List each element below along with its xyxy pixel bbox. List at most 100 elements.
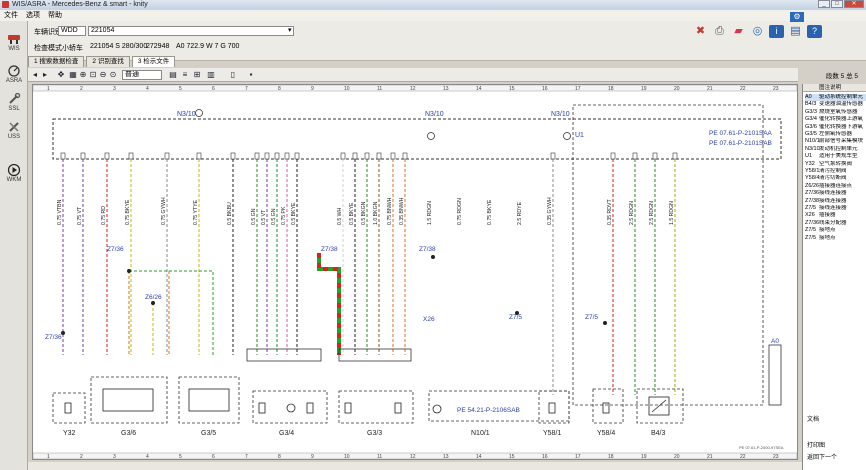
- component-id-G3-6[interactable]: G3/6: [121, 430, 136, 437]
- legend-item[interactable]: G3/5 左侧氧传感器: [805, 131, 866, 138]
- splice-label[interactable]: Z7/5: [509, 314, 522, 321]
- legend-item[interactable]: Y58/1清污控制阀: [805, 168, 866, 175]
- component-id-A0[interactable]: A0: [771, 338, 779, 345]
- legend-item-code: Y32: [805, 160, 815, 167]
- legend-item[interactable]: A0 驱动系统控制单元: [805, 94, 866, 102]
- legend-item[interactable]: Z7/36线束分配器: [805, 220, 866, 227]
- legend-footer-next[interactable]: 返回下一个: [803, 452, 866, 461]
- legend-item-text: 清污切断阀: [819, 175, 847, 182]
- legend-item[interactable]: Z7/5 接地点: [805, 227, 866, 234]
- book-icon[interactable]: ▤: [788, 25, 803, 38]
- component-id-Y58-1[interactable]: Y58/1: [543, 430, 561, 437]
- splice-label[interactable]: Z6/26: [145, 294, 162, 301]
- vin-input[interactable]: 221054: [88, 26, 294, 36]
- columns-icon[interactable]: ▯: [228, 70, 238, 80]
- zoom-pan-icon[interactable]: ⊙: [108, 70, 118, 80]
- legend-item[interactable]: Z7/38接线连接器: [805, 198, 866, 205]
- filter-vehicle-type[interactable]: 小轿车: [62, 43, 83, 53]
- splice-label[interactable]: Z7/5: [585, 314, 598, 321]
- vin-dropdown-icon[interactable]: ▾: [288, 26, 292, 34]
- highlight-icon[interactable]: ▤: [168, 70, 178, 80]
- component-id-G3-4[interactable]: G3/4: [279, 430, 294, 437]
- search-icon[interactable]: ◎: [750, 25, 765, 38]
- vin-prefix-field[interactable]: WDD: [58, 26, 86, 36]
- zoom-area-icon[interactable]: ⊡: [88, 70, 98, 80]
- grid-number: 6: [212, 86, 215, 92]
- filter-model[interactable]: 221054 S 280/300: [90, 43, 147, 50]
- legend-item[interactable]: N10/1前部信号采集模块: [805, 138, 866, 145]
- legend-item[interactable]: X26 插接器: [805, 212, 866, 219]
- info-icon[interactable]: i: [769, 25, 784, 38]
- menu-options[interactable]: 选项: [26, 10, 40, 21]
- component-id-G3-3[interactable]: G3/3: [367, 430, 382, 437]
- legend-item[interactable]: Y58/4清污切断阀: [805, 175, 866, 182]
- minimize-button[interactable]: _: [818, 0, 830, 8]
- back-icon[interactable]: ◂: [30, 70, 40, 80]
- component-id-Y58-4[interactable]: Y58/4: [597, 430, 615, 437]
- legend-item[interactable]: G3/3 燃烧室氧传感器: [805, 109, 866, 116]
- filter-transmission[interactable]: A0 722.9 W 7 G 700: [176, 43, 239, 50]
- splice-label[interactable]: Z7/38: [419, 246, 436, 253]
- pe-ref-b[interactable]: PE 07.61-P-2101SAB: [709, 140, 772, 147]
- tab-identify[interactable]: 2 识别查找: [86, 56, 130, 67]
- diagram-footer-ref: PE 07.61-P-2000-97SEA: [739, 445, 784, 450]
- eraser-icon[interactable]: ▰: [731, 25, 746, 38]
- legend-item[interactable]: G3/6 催化转换器下游氧: [805, 124, 866, 131]
- splice-label[interactable]: Z7/36: [107, 246, 124, 253]
- legend-item[interactable]: U1 适用于美规车型: [805, 153, 866, 160]
- legend-footer-docs[interactable]: 文档: [803, 414, 866, 423]
- component-id-G3-5[interactable]: G3/5: [201, 430, 216, 437]
- nav-wis[interactable]: WIS: [2, 33, 26, 52]
- close-button[interactable]: ✕: [844, 0, 864, 8]
- legend-item-code: B4/3: [805, 101, 817, 108]
- pe-ref-c[interactable]: PE 54.21-P-2106SAB: [457, 407, 520, 414]
- wiring-diagram[interactable]: 1 2 3 4 5 6 7 8 9 10 11 12 13 14 15 16 17 18 19 20 21 22 23 12…: [32, 84, 798, 460]
- component-id-B4-3[interactable]: B4/3: [651, 430, 666, 437]
- zoom-select[interactable]: 普通: [122, 70, 162, 80]
- connector-pin: [274, 152, 280, 160]
- splice-label[interactable]: X26: [423, 316, 435, 323]
- legend-item[interactable]: Z7/5 接地点: [805, 235, 866, 242]
- component-id-N10-1[interactable]: N10/1: [471, 430, 490, 437]
- legend-panel: 图注说明 A0 驱动系统控制单元 B4/3 变速器油温传感器 G3/3 燃烧室氧传感器 G3…: [802, 84, 866, 470]
- filter-engine[interactable]: 272948: [146, 43, 169, 50]
- layers-icon[interactable]: ▥: [206, 70, 216, 80]
- grid-number: 6: [212, 454, 215, 459]
- legend-item[interactable]: Z6/26插接器连接点: [805, 183, 866, 190]
- forward-icon[interactable]: ▸: [40, 70, 50, 80]
- splice-label[interactable]: Z7/38: [321, 246, 338, 253]
- legend-item[interactable]: N3/10发动机控制单元: [805, 146, 866, 153]
- tab-document[interactable]: 3 检示文件: [131, 56, 176, 67]
- fit-page-icon[interactable]: ▦: [68, 70, 78, 80]
- legend-item-text: 接地点: [819, 234, 836, 241]
- pe-ref-a[interactable]: PE 07.61-P-2101SAA: [709, 130, 773, 137]
- wire-label: 2.5 RDGN: [649, 201, 655, 225]
- print-icon[interactable]: ⎙: [712, 25, 727, 38]
- legend-item[interactable]: Y32 空气泵转换阀: [805, 161, 866, 168]
- text-icon[interactable]: ≡: [180, 70, 190, 80]
- delete-icon[interactable]: ✖: [693, 25, 708, 38]
- help-icon[interactable]: ?: [807, 25, 822, 38]
- nav-wkm[interactable]: WKM: [2, 164, 26, 183]
- maximize-button[interactable]: □: [831, 0, 843, 8]
- nav-ssl[interactable]: SSL: [2, 93, 26, 112]
- legend-header: 图注说明: [803, 84, 866, 92]
- legend-item[interactable]: B4/3 变速器油温传感器: [805, 101, 866, 108]
- menu-help[interactable]: 帮助: [48, 10, 62, 21]
- legend-footer-print[interactable]: 打印图: [803, 440, 866, 449]
- tab-search[interactable]: 1 搜索数据检查: [28, 56, 85, 67]
- grid-icon[interactable]: ⊞: [192, 70, 202, 80]
- legend-item[interactable]: Z7/5 接线连接器: [805, 205, 866, 212]
- legend-item[interactable]: G3/4 催化转换器上游氧: [805, 116, 866, 123]
- component-id-Y32[interactable]: Y32: [63, 430, 76, 437]
- grid-number: 3: [113, 454, 116, 459]
- nav-uss[interactable]: USS: [2, 121, 26, 140]
- legend-item[interactable]: Z7/36接线连接器: [805, 190, 866, 197]
- nav-asra[interactable]: ASRA: [2, 65, 26, 84]
- pointer-icon[interactable]: ✥: [56, 70, 66, 80]
- zoom-in-icon[interactable]: ⊕: [78, 70, 88, 80]
- splice-label[interactable]: Z7/36: [45, 334, 62, 341]
- menu-file[interactable]: 文件: [4, 10, 18, 21]
- zoom-out-icon[interactable]: ⊖: [98, 70, 108, 80]
- save-icon[interactable]: ▪: [246, 70, 256, 80]
